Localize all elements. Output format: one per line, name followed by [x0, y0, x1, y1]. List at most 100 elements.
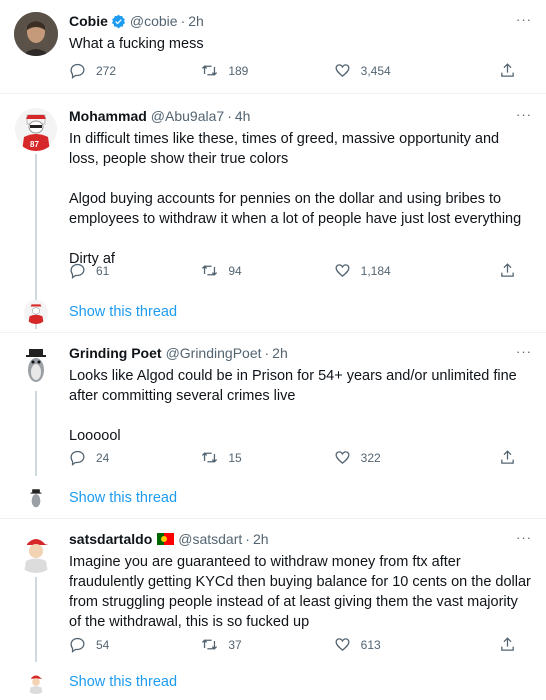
- like-button[interactable]: 3,454: [334, 62, 466, 79]
- tweet-header: satsdartaldo @satsdart · 2h: [69, 530, 532, 548]
- retweet-icon: [202, 265, 218, 276]
- tweet-actions: 61 94 1,184: [69, 262, 514, 279]
- reply-button[interactable]: 24: [69, 449, 201, 466]
- share-icon: [501, 637, 514, 651]
- heart-icon: [335, 451, 350, 464]
- reply-button[interactable]: 54: [69, 636, 201, 653]
- timestamp[interactable]: 2h: [188, 12, 204, 30]
- heart-icon: [335, 264, 350, 277]
- like-count: 3,454: [360, 63, 391, 78]
- like-count: 613: [360, 637, 381, 652]
- reply-icon: [70, 63, 85, 79]
- reply-count: 61: [96, 263, 110, 278]
- show-thread-container: Show this thread: [0, 664, 546, 700]
- retweet-button[interactable]: 37: [201, 636, 333, 653]
- display-name[interactable]: Mohammad: [69, 107, 147, 125]
- retweet-button[interactable]: 15: [201, 449, 333, 466]
- retweet-icon: [202, 639, 218, 650]
- separator-dot: ·: [180, 13, 186, 29]
- avatar-illustration-icon: [29, 675, 43, 694]
- tweet-header: Grinding Poet @GrindingPoet · 2h: [69, 344, 532, 362]
- retweet-count: 189: [228, 63, 249, 78]
- avatar-illustration-icon: [15, 344, 57, 386]
- display-name[interactable]: Cobie: [69, 12, 108, 30]
- handle[interactable]: @cobie: [130, 12, 178, 30]
- avatar-illustration-icon: [15, 530, 57, 573]
- heart-icon: [335, 638, 350, 651]
- retweet-count: 37: [228, 637, 242, 652]
- timestamp[interactable]: 4h: [235, 107, 251, 125]
- display-name[interactable]: Grinding Poet: [69, 344, 162, 362]
- show-thread-container: Show this thread: [0, 294, 546, 333]
- separator-dot: ·: [245, 531, 250, 547]
- reply-count: 24: [96, 450, 110, 465]
- tweet-grinding-poet[interactable]: Grinding Poet @GrindingPoet · 2h Looks l…: [0, 333, 546, 485]
- handle[interactable]: @satsdart: [178, 530, 242, 548]
- share-button[interactable]: [499, 449, 516, 469]
- share-button[interactable]: [499, 636, 516, 656]
- thread-connector: [35, 577, 37, 662]
- tweet-actions-row: 61 94 1,184: [0, 262, 546, 282]
- show-thread-container: Show this thread: [0, 480, 546, 519]
- more-options-icon[interactable]: ···: [516, 12, 532, 27]
- retweet-button[interactable]: 189: [201, 62, 333, 79]
- retweet-icon: [202, 65, 218, 76]
- tweet-text: What a fucking mess: [69, 36, 204, 52]
- like-count: 322: [360, 450, 381, 465]
- retweet-count: 94: [228, 263, 242, 278]
- avatar[interactable]: [14, 343, 58, 387]
- avatar[interactable]: 87: [14, 107, 58, 151]
- show-this-thread-link[interactable]: Show this thread: [69, 304, 177, 320]
- avatar-small[interactable]: [24, 300, 48, 324]
- retweet-count: 15: [228, 450, 242, 465]
- tweet-text: Imagine you are guaranteed to withdraw m…: [69, 554, 531, 630]
- reply-icon: [70, 263, 85, 279]
- timestamp[interactable]: 2h: [253, 530, 269, 548]
- timestamp[interactable]: 2h: [272, 344, 288, 362]
- show-this-thread-link[interactable]: Show this thread: [69, 674, 177, 690]
- share-icon: [501, 263, 514, 277]
- like-button[interactable]: 322: [334, 449, 466, 466]
- tweet-header: Mohammad @Abu9ala7 · 4h: [69, 107, 532, 125]
- tweet-actions: 54 37 613: [69, 636, 514, 653]
- display-name[interactable]: satsdartaldo: [69, 530, 152, 548]
- handle[interactable]: @GrindingPoet: [166, 344, 262, 362]
- separator-dot: ·: [264, 345, 270, 361]
- show-this-thread-link[interactable]: Show this thread: [69, 490, 177, 506]
- separator-dot: ·: [227, 108, 232, 124]
- more-options-icon[interactable]: ···: [516, 530, 532, 545]
- tweet-actions: 24 15 322: [69, 449, 514, 466]
- avatar[interactable]: [14, 529, 58, 573]
- like-button[interactable]: 613: [334, 636, 466, 653]
- share-icon: [501, 450, 514, 464]
- avatar-illustration-icon: 87: [15, 108, 57, 151]
- like-count: 1,184: [360, 263, 391, 278]
- more-options-icon[interactable]: ···: [516, 107, 532, 122]
- tweet-cobie[interactable]: Cobie @cobie · 2h What a fucking mess ··…: [0, 0, 546, 94]
- reply-button[interactable]: 272: [69, 62, 201, 79]
- avatar-small[interactable]: [24, 486, 48, 510]
- tweet-satsdartaldo[interactable]: satsdartaldo @satsdart · 2h Imagine you …: [0, 519, 546, 662]
- tweet-text: Looks like Algod could be in Prison for …: [69, 368, 517, 444]
- reply-count: 54: [96, 637, 110, 652]
- avatar-photo-icon: [14, 12, 58, 56]
- verified-badge-icon: [111, 14, 125, 28]
- reply-count: 272: [96, 63, 117, 78]
- heart-icon: [335, 64, 350, 77]
- svg-text:87: 87: [30, 140, 39, 149]
- more-options-icon[interactable]: ···: [516, 344, 532, 359]
- like-button[interactable]: 1,184: [334, 262, 466, 279]
- avatar-illustration-icon: [24, 300, 48, 324]
- portugal-flag-icon: [157, 533, 175, 545]
- reply-icon: [70, 637, 85, 653]
- thread-connector: [35, 391, 37, 476]
- reply-button[interactable]: 61: [69, 262, 201, 279]
- reply-icon: [70, 450, 85, 466]
- handle[interactable]: @Abu9ala7: [151, 107, 224, 125]
- avatar[interactable]: [14, 12, 58, 56]
- retweet-button[interactable]: 94: [201, 262, 333, 279]
- avatar-small[interactable]: [24, 670, 48, 694]
- share-button[interactable]: [499, 62, 516, 82]
- share-button[interactable]: [499, 262, 516, 282]
- tweet-header: Cobie @cobie · 2h: [69, 12, 532, 30]
